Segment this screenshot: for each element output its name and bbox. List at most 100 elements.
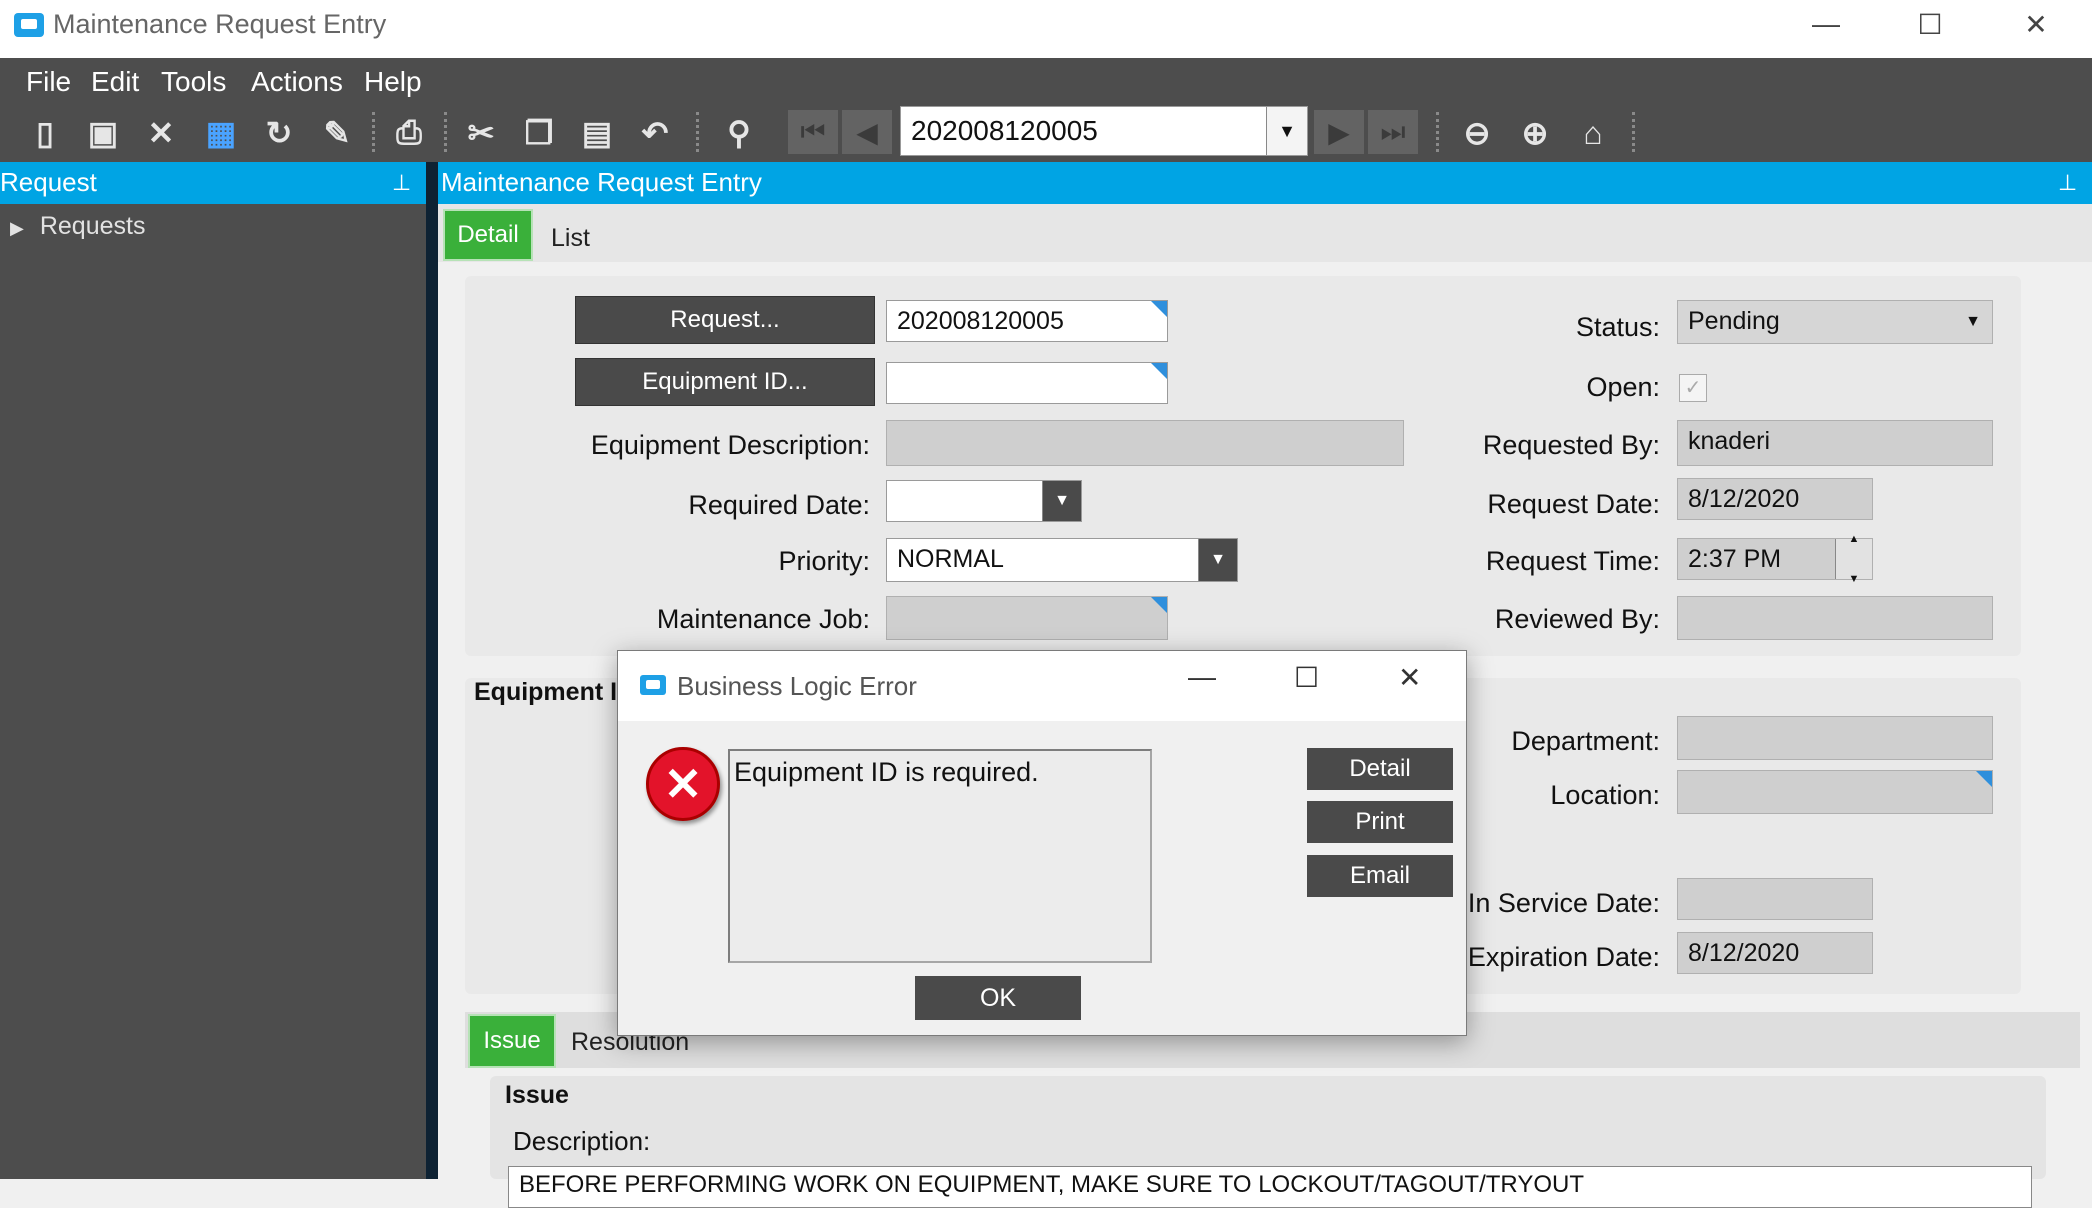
app-icon	[14, 13, 44, 37]
first-record-icon[interactable]: ⏮	[788, 110, 838, 154]
copy-icon[interactable]: ❐	[516, 110, 562, 156]
required-date-field[interactable]: ▼	[886, 480, 1082, 522]
attachment-icon[interactable]: ▦	[198, 110, 244, 156]
minimize-button[interactable]: —	[1774, 0, 1878, 48]
pin-icon[interactable]: ⊥	[392, 170, 411, 196]
description-text: BEFORE PERFORMING WORK ON EQUIPMENT, MAK…	[519, 1171, 1584, 1198]
error-dialog: Business Logic Error — ☐ ✕ ✕ Equipment I…	[617, 650, 1467, 1036]
chevron-down-icon[interactable]: ▼	[1198, 539, 1237, 581]
chevron-down-icon[interactable]: ▼	[1954, 301, 1992, 343]
maintenance-job-field	[886, 596, 1168, 640]
toolbar-separator	[444, 112, 447, 152]
print-button[interactable]: Print	[1307, 801, 1453, 843]
tab-issue[interactable]: Issue	[468, 1014, 556, 1068]
close-button[interactable]: ✕	[1984, 0, 2088, 48]
left-panel-title: Request	[0, 167, 97, 197]
print-icon[interactable]: ⎙	[386, 110, 432, 156]
toolbar-separator	[696, 112, 699, 152]
menu-edit[interactable]: Edit	[91, 66, 139, 98]
toolbar-separator	[1632, 112, 1635, 152]
open-label: Open:	[1586, 372, 1660, 402]
paste-icon[interactable]: ▤	[574, 110, 620, 156]
status-select[interactable]: Pending ▼	[1677, 300, 1993, 344]
maintenance-job-label: Maintenance Job:	[656, 604, 870, 634]
request-date-field: 8/12/2020	[1677, 478, 1873, 520]
request-date-label: Request Date:	[1487, 489, 1660, 519]
open-checkbox[interactable]: ✓	[1679, 374, 1707, 402]
dialog-title: Business Logic Error	[677, 671, 917, 701]
in-service-date-field	[1677, 878, 1873, 920]
expand-arrow-icon[interactable]: ▶	[10, 218, 24, 238]
tab-detail[interactable]: Detail	[443, 209, 533, 261]
menu-bar: File Edit Tools Actions Help	[0, 58, 2092, 104]
back-icon[interactable]: ⊖	[1454, 110, 1500, 156]
record-navigator-combo[interactable]: 202008120005 ▼	[900, 106, 1308, 156]
save-icon[interactable]: ▣	[80, 110, 126, 156]
delete-icon[interactable]: ✕	[138, 110, 184, 156]
menu-help[interactable]: Help	[364, 66, 422, 98]
last-record-icon[interactable]: ⏭	[1368, 110, 1418, 154]
reviewed-by-label: Reviewed By:	[1494, 604, 1660, 634]
location-field	[1677, 770, 1993, 814]
dialog-minimize-button[interactable]: —	[1188, 661, 1216, 693]
equipment-id-lookup-button[interactable]: Equipment ID...	[575, 358, 875, 406]
time-spinner-icon[interactable]: ▲ ▼	[1835, 533, 1872, 585]
requested-by-field: knaderi	[1677, 420, 1993, 466]
previous-record-icon[interactable]: ◀	[842, 110, 892, 154]
menu-actions[interactable]: Actions	[251, 66, 343, 98]
chevron-down-icon[interactable]: ▼	[1266, 107, 1307, 155]
request-lookup-button[interactable]: Request...	[575, 296, 875, 344]
window-title: Maintenance Request Entry	[53, 9, 387, 39]
request-id-field[interactable]: 202008120005	[886, 300, 1168, 342]
priority-label: Priority:	[778, 546, 870, 576]
search-binoculars-icon[interactable]: ⚲	[716, 110, 762, 156]
refresh-icon[interactable]: ↻	[256, 110, 302, 156]
request-time-field[interactable]: 2:37 PM ▲ ▼	[1677, 533, 1873, 585]
pin-icon[interactable]: ⊥	[2058, 170, 2077, 196]
toolbar-separator	[372, 112, 375, 152]
description-label: Description:	[513, 1126, 651, 1156]
menu-file[interactable]: File	[26, 66, 71, 98]
tree-item-label: Requests	[39, 212, 146, 240]
undo-icon[interactable]: ↶	[632, 110, 678, 156]
expiration-date-value: 8/12/2020	[1688, 939, 1800, 967]
expiration-date-field: 8/12/2020	[1677, 932, 1873, 974]
equipment-section-title: Equipment I	[474, 678, 618, 706]
menu-tools[interactable]: Tools	[161, 66, 226, 98]
issue-panel	[490, 1076, 2046, 1179]
requested-by-value: knaderi	[1688, 427, 1770, 455]
toolbar-separator	[1436, 112, 1439, 152]
calendar-dropdown-icon[interactable]: ▼	[1042, 481, 1081, 521]
field-corner-marker	[1976, 771, 1992, 787]
equipment-description-field	[886, 420, 1404, 466]
location-label: Location:	[1550, 780, 1660, 810]
equipment-description-label: Equipment Description:	[590, 430, 870, 460]
description-textarea[interactable]: BEFORE PERFORMING WORK ON EQUIPMENT, MAK…	[508, 1166, 2032, 1208]
cut-icon[interactable]: ✂	[458, 110, 504, 156]
priority-select[interactable]: NORMAL ▼	[886, 538, 1238, 582]
email-button[interactable]: Email	[1307, 855, 1453, 897]
tree-item-requests[interactable]: ▶ Requests	[10, 212, 145, 241]
dialog-maximize-button[interactable]: ☐	[1294, 661, 1319, 694]
field-corner-marker	[1151, 363, 1167, 379]
field-corner-marker	[1151, 301, 1167, 317]
maximize-button[interactable]: ☐	[1878, 0, 1982, 48]
priority-value: NORMAL	[897, 545, 1004, 573]
error-message: Equipment ID is required.	[734, 757, 1039, 787]
new-icon[interactable]: ▯	[22, 110, 68, 156]
tab-list[interactable]: List	[551, 224, 590, 253]
panel-splitter[interactable]	[426, 162, 438, 1179]
department-field	[1677, 716, 1993, 760]
field-corner-marker	[1151, 597, 1167, 613]
detail-button[interactable]: Detail	[1307, 748, 1453, 790]
forward-icon[interactable]: ⊕	[1512, 110, 1558, 156]
request-date-value: 8/12/2020	[1688, 485, 1800, 513]
ok-button[interactable]: OK	[915, 976, 1081, 1020]
equipment-id-field[interactable]	[886, 362, 1168, 404]
error-icon: ✕	[646, 747, 720, 821]
clear-icon[interactable]: ✎	[314, 110, 360, 156]
next-record-icon[interactable]: ▶	[1314, 110, 1364, 154]
home-icon[interactable]: ⌂	[1570, 110, 1616, 156]
status-label: Status:	[1575, 312, 1660, 342]
dialog-close-button[interactable]: ✕	[1398, 661, 1421, 694]
